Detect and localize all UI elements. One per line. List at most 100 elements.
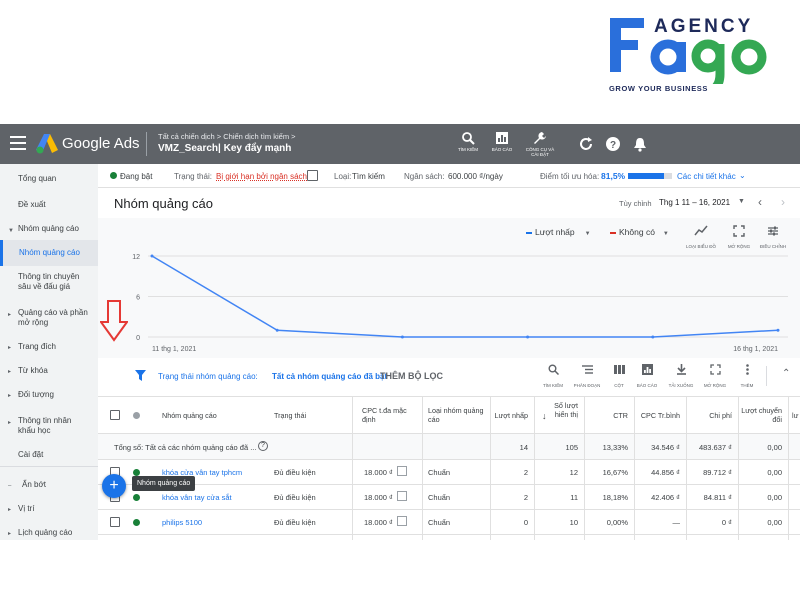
bell-icon[interactable] [632, 136, 648, 152]
nav-item-recommendations[interactable]: Đề xuất [0, 200, 98, 210]
nav-item-auction-insights[interactable]: Thông tin chuyên sâu về đấu giá [0, 272, 90, 292]
clicks-data-point[interactable] [526, 335, 530, 339]
budget-value[interactable]: 600.000 ₫/ngày [448, 172, 503, 181]
row-avg-cpc: 44.856 ₫ [651, 468, 680, 477]
collapse-chevron-icon[interactable]: ⌃ [782, 368, 790, 379]
table-tool-label: TÌM KIẾM [543, 383, 563, 388]
nav-item-demographics[interactable]: ▸ Thông tin nhân khẩu học [0, 416, 84, 436]
download-icon [676, 364, 686, 375]
add-ad-group-button[interactable]: + [102, 474, 126, 498]
chevron-left-icon[interactable]: ‹ [758, 195, 762, 209]
svg-text:?: ? [610, 140, 616, 151]
topbar-reports-button[interactable]: BÁO CÁO [484, 131, 520, 152]
refresh-icon[interactable] [578, 136, 594, 152]
col-header-cost[interactable]: Chi phí [692, 411, 732, 420]
column-divider [634, 396, 635, 540]
nav-item-ad-groups[interactable]: Nhóm quảng cáo [0, 240, 98, 266]
date-dropdown-icon[interactable]: ▼ [738, 198, 745, 205]
nav-item-settings[interactable]: Cài đặt [0, 450, 98, 460]
bid-strategy-icon[interactable] [397, 466, 407, 476]
bid-strategy-icon[interactable] [397, 491, 407, 501]
download-button[interactable]: TẢI XUỐNG [666, 362, 696, 388]
enabled-status-dot[interactable] [133, 494, 140, 501]
table-expand-button[interactable]: MỞ RỘNG [700, 362, 730, 388]
enabled-status-dot[interactable] [133, 519, 140, 526]
more-button[interactable]: THÊM [732, 362, 762, 388]
clicks-data-point[interactable] [400, 335, 404, 339]
chart-icon[interactable] [307, 170, 318, 181]
bid-strategy-icon[interactable] [397, 516, 407, 526]
nav-item-ad-schedule[interactable]: ▸ Lịch quảng cáo [0, 528, 98, 538]
status-header-dot [133, 412, 140, 419]
more-details-link[interactable]: Các chi tiết khác [677, 172, 736, 181]
col-header-avg-cpc[interactable]: CPC Tr.bình [634, 411, 680, 420]
menu-icon[interactable] [10, 136, 26, 150]
nav-item-show-less[interactable]: – Ẩn bớt [0, 480, 98, 490]
select-all-checkbox[interactable] [110, 410, 120, 420]
breadcrumb[interactable]: Tất cả chiến dịch > Chiến dịch tìm kiếm … [158, 132, 296, 141]
help-icon[interactable]: ? [258, 441, 268, 451]
nav-item-ads-extensions[interactable]: ▸ Quảng cáo và phần mở rộng [0, 308, 92, 328]
topbar-tools-settings-button[interactable]: CÔNG CỤ VÀ CÀI ĐẶT [522, 131, 558, 157]
clicks-data-point[interactable] [776, 328, 780, 332]
col-header-clicks[interactable]: Lượt nhấp [480, 411, 528, 420]
column-divider [352, 396, 353, 540]
col-header-conversions[interactable]: Lượt chuyển đổi [738, 406, 782, 424]
col-header-max-cpc[interactable]: CPC t.đa mặc định [362, 406, 420, 424]
col-header-name[interactable]: Nhóm quảng cáo [162, 411, 217, 420]
row-max-cpc[interactable]: 18.000 ₫ [364, 468, 393, 477]
campaign-state[interactable]: Đang bật [120, 172, 152, 181]
clicks-data-point[interactable] [651, 335, 655, 339]
tagline: GROW YOUR BUSINESS [609, 84, 709, 93]
nav-item-ad-groups-section[interactable]: ▼ Nhóm quảng cáo [0, 224, 98, 234]
status-value[interactable]: Bị giới hạn bởi ngân sách [216, 172, 307, 181]
column-divider [490, 396, 491, 540]
col-header-ctr[interactable]: CTR [598, 411, 628, 420]
nav-item-overview[interactable]: Tổng quan [0, 174, 98, 184]
type-label: Loại: [334, 172, 352, 181]
nav-item-keywords[interactable]: ▸ Từ khóa [0, 366, 98, 376]
segment-icon [581, 365, 593, 374]
row-max-cpc[interactable]: 18.000 ₫ [364, 518, 393, 527]
caret-right-icon: ▸ [8, 420, 12, 426]
clicks-data-point[interactable] [150, 254, 154, 258]
columns-button[interactable]: CỘT [604, 362, 634, 388]
enabled-status-dot[interactable] [133, 469, 140, 476]
google-ads-window: Google Ads Tất cả chiến dịch > Chiến dịc… [0, 124, 800, 540]
col-header-ad-group-type[interactable]: Loại nhóm quảng cáo [428, 406, 484, 424]
table-reports-button[interactable]: BÁO CÁO [632, 362, 662, 388]
segment-button[interactable]: PHÂN ĐOẠN [572, 362, 602, 388]
row-checkbox[interactable] [110, 517, 120, 527]
nav-item-landing-pages[interactable]: ▸ Trang đích [0, 342, 98, 352]
filter-icon[interactable] [135, 370, 146, 381]
table-row[interactable]: philips 5100 Đủ điều kiện 18.000 ₫ Chuẩn 0 10… [98, 510, 800, 535]
filter-value[interactable]: Tất cả nhóm quảng cáo đã bật [272, 372, 387, 381]
help-icon[interactable]: ? [605, 136, 621, 152]
table-search-button[interactable]: TÌM KIẾM [538, 362, 568, 388]
chevron-right-icon[interactable]: › [781, 195, 785, 209]
column-divider [422, 396, 423, 540]
date-range-picker[interactable]: Thg 1 11 – 16, 2021 [659, 198, 730, 207]
product-name[interactable]: Google Ads [62, 135, 140, 152]
nav-item-audiences[interactable]: ▸ Đối tượng [0, 390, 98, 400]
column-divider [534, 396, 535, 540]
col-header-impressions[interactable]: Số lượt hiển thị [546, 401, 578, 419]
clicks-data-point[interactable] [275, 328, 279, 332]
row-ctr: 18,18% [602, 493, 628, 502]
topbar-search-button[interactable]: TÌM KIẾM [450, 131, 486, 152]
row-max-cpc[interactable]: 18.000 ₫ [364, 493, 393, 502]
table-row[interactable]: khóa cửa vân tay tphcm Đủ điều kiện 18.000… [98, 460, 800, 485]
ad-group-name-link[interactable]: khóa vân tay cửa sắt [162, 493, 232, 502]
row-ad-group-type: Chuẩn [428, 518, 451, 527]
filter-label[interactable]: Trạng thái nhóm quảng cáo: [158, 372, 258, 381]
col-header-truncated[interactable]: lư [792, 411, 798, 420]
campaign-name[interactable]: VMZ_Search| Key đẩy mạnh [158, 143, 291, 154]
nav-item-label: Cài đặt [18, 450, 44, 459]
chevron-down-icon[interactable]: ⌄ [739, 171, 746, 180]
nav-item-locations[interactable]: ▸ Vị trí [0, 504, 98, 514]
col-header-status[interactable]: Trạng thái [274, 411, 306, 420]
ad-group-name-link[interactable]: philips 5100 [162, 518, 202, 527]
table-row[interactable]: khóa vân tay cửa sắt Đủ điều kiện 18.000 ₫… [98, 485, 800, 510]
add-filter-button[interactable]: THÊM BỘ LỌC [380, 371, 443, 381]
optimization-score[interactable]: 81,5% [601, 171, 625, 181]
